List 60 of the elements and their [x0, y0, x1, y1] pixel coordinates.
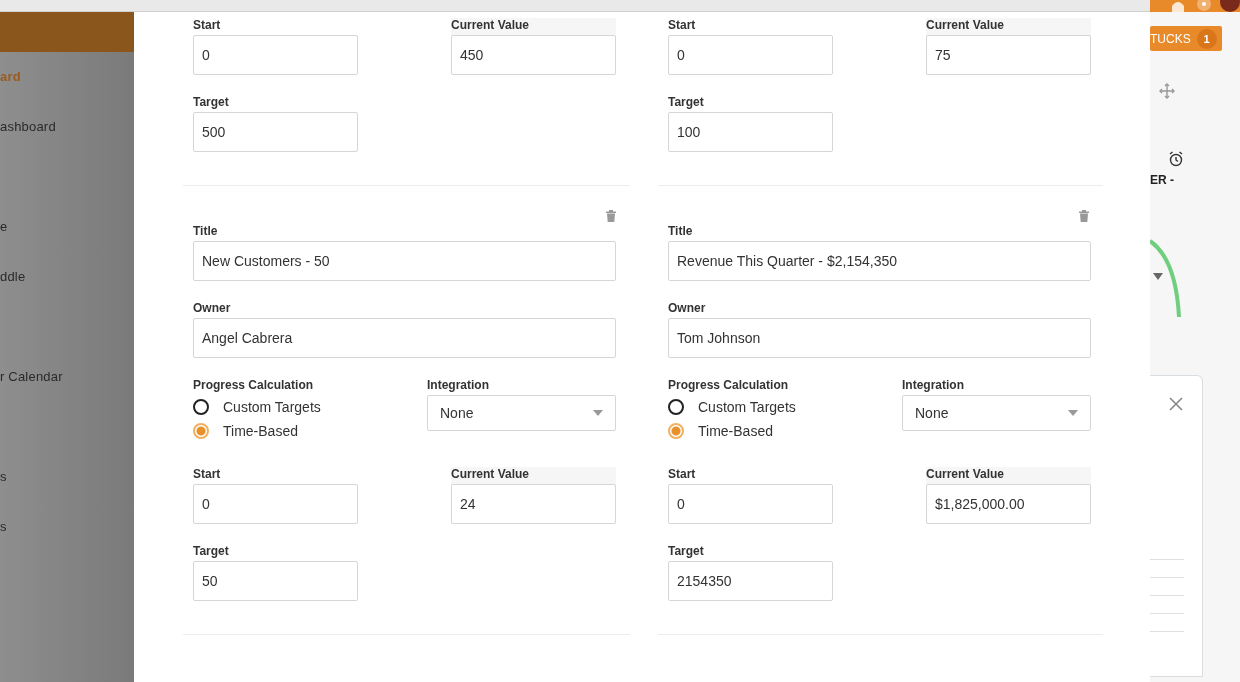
count-badge: 1	[1196, 28, 1217, 49]
radio-label[interactable]: Time-Based	[698, 423, 773, 439]
avatar-icon	[1220, 0, 1240, 12]
input-field[interactable]: 0	[193, 484, 358, 524]
input-field[interactable]: $1,825,000.00	[926, 484, 1091, 524]
input-field[interactable]: 500	[193, 112, 358, 152]
sidebar-item[interactable]: ddle	[0, 268, 134, 286]
close-icon	[1169, 397, 1183, 411]
dropdown-caret-icon	[1068, 410, 1078, 416]
sidebar-item[interactable]: s	[0, 468, 134, 486]
field-label: Integration	[427, 378, 490, 392]
field-label: Current Value	[926, 18, 1006, 32]
field-label: Start	[668, 467, 697, 481]
field-label: Integration	[902, 378, 965, 392]
field-label: Start	[668, 18, 697, 32]
field-label: Target	[668, 544, 705, 558]
integration-dropdown[interactable]: None	[427, 395, 616, 431]
sidebar-item[interactable]: s	[0, 518, 134, 536]
radio-button[interactable]	[668, 423, 684, 439]
field-label: Start	[193, 18, 222, 32]
input-field[interactable]: 0	[193, 35, 358, 75]
input-field[interactable]: 24	[451, 484, 616, 524]
radio-button[interactable]	[193, 423, 209, 439]
input-field[interactable]: 100	[668, 112, 833, 152]
input-field[interactable]: Tom Johnson	[668, 318, 1091, 358]
sidebar-item[interactable]: e	[0, 218, 134, 236]
input-field[interactable]: 0	[668, 35, 833, 75]
field-label: Current Value	[451, 467, 531, 481]
radio-label[interactable]: Custom Targets	[698, 399, 796, 415]
alarm-clock-icon	[1168, 151, 1184, 167]
input-field[interactable]: New Customers - 50	[193, 241, 616, 281]
field-label: Title	[193, 224, 219, 238]
trash-icon	[606, 210, 616, 222]
widget-title: ER -	[1150, 173, 1175, 187]
move-icon	[1159, 83, 1175, 99]
trash-icon	[1079, 210, 1089, 222]
dropdown-caret-icon	[593, 410, 603, 416]
field-label: Target	[193, 544, 230, 558]
input-field[interactable]: 450	[451, 35, 616, 75]
input-field[interactable]: 0	[668, 484, 833, 524]
integration-dropdown[interactable]: None	[902, 395, 1091, 431]
radio-label[interactable]: Time-Based	[223, 423, 298, 439]
field-label: Target	[193, 95, 230, 109]
input-field[interactable]: 50	[193, 561, 358, 601]
radio-button[interactable]	[193, 399, 209, 415]
radio-label[interactable]: Custom Targets	[223, 399, 321, 415]
field-label: Current Value	[451, 18, 531, 32]
input-field[interactable]: 2154350	[668, 561, 833, 601]
field-label: Target	[668, 95, 705, 109]
sidebar-item[interactable]: ashboard	[0, 118, 134, 136]
field-label: Start	[193, 467, 222, 481]
input-field[interactable]: 75	[926, 35, 1091, 75]
field-label: Owner	[668, 301, 707, 315]
sidebar-item[interactable]: r Calendar	[0, 368, 134, 386]
field-label: Owner	[193, 301, 232, 315]
input-field[interactable]: Revenue This Quarter - $2,154,350	[668, 241, 1091, 281]
radio-button[interactable]	[668, 399, 684, 415]
field-label: Title	[668, 224, 694, 238]
input-field[interactable]: Angel Cabrera	[193, 318, 616, 358]
field-label: Current Value	[926, 467, 1006, 481]
